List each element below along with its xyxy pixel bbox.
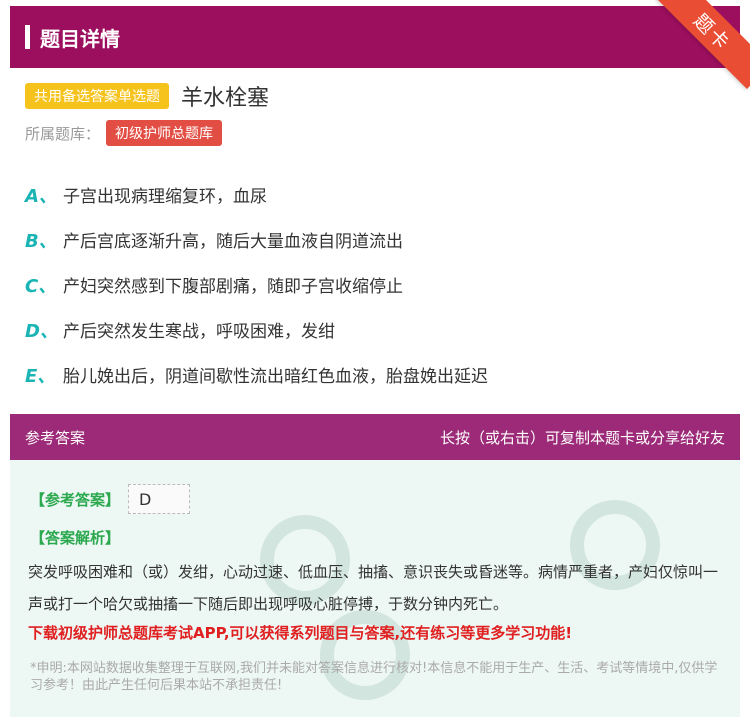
answer-row: 【参考答案】 D [30, 484, 191, 514]
option-text: 产妇突然感到下腹部剧痛，随即子宫收缩停止 [63, 277, 403, 297]
question-line: 共用备选答案单选题 羊水栓塞 [25, 80, 269, 112]
option-letter: B、 [25, 230, 57, 252]
options-list: A、 子宫出现病理缩复环，血尿 B、 产后宫底逐渐升高，随后大量血液自阴道流出 … [25, 172, 735, 397]
option-text: 产后宫底逐渐升高，随后大量血液自阴道流出 [63, 232, 403, 252]
option-b[interactable]: B、 产后宫底逐渐升高，随后大量血液自阴道流出 [25, 217, 735, 262]
option-a[interactable]: A、 子宫出现病理缩复环，血尿 [25, 172, 735, 217]
question-type-badge: 共用备选答案单选题 [25, 83, 169, 109]
share-hint: 长按（或右击）可复制本题卡或分享给好友 [439, 428, 725, 447]
answer-section-title: 参考答案 [25, 428, 86, 447]
header-accent-bar [25, 25, 30, 49]
disclaimer-text: *申明:本网站数据收集整理于互联网,我们并未能对答案信息进行核对!本信息不能用于… [30, 661, 718, 693]
option-letter: E、 [25, 365, 56, 387]
option-letter: C、 [25, 275, 57, 297]
answer-section-body: 【参考答案】 D 【答案解析】 突发呼吸困难和（或）发绀，心动过速、低血压、抽搐… [10, 460, 740, 717]
download-app-link[interactable]: 下载初级护师总题库考试APP,可以获得系列题目与答案,还有练习等更多学习功能! [28, 622, 572, 643]
corner-label: 题卡 [689, 9, 735, 55]
page-title: 题目详情 [40, 26, 120, 51]
option-text: 产后突然发生寒战，呼吸困难，发绀 [63, 322, 335, 342]
option-d[interactable]: D、 产后突然发生寒战，呼吸困难，发绀 [25, 307, 735, 352]
answer-section-header: 参考答案 长按（或右击）可复制本题卡或分享给好友 [10, 414, 740, 460]
option-letter: A、 [25, 185, 57, 207]
page-header: 题目详情 [10, 6, 740, 68]
option-c[interactable]: C、 产妇突然感到下腹部剧痛，随即子宫收缩停止 [25, 262, 735, 307]
analysis-text: 突发呼吸困难和（或）发绀，心动过速、低血压、抽搐、意识丧失或昏迷等。病情严重者，… [28, 563, 719, 613]
analysis-label: 【答案解析】 [30, 529, 121, 547]
option-letter: D、 [25, 320, 58, 342]
option-text: 胎儿娩出后，阴道间歇性流出暗红色血液，胎盘娩出延迟 [63, 367, 488, 387]
corner-ribbon[interactable]: 题卡 [655, 0, 750, 89]
bank-badge[interactable]: 初级护师总题库 [106, 120, 223, 146]
question-title: 羊水栓塞 [181, 86, 270, 111]
question-card-corner[interactable]: 题卡 [655, 0, 750, 95]
option-text: 子宫出现病理缩复环，血尿 [63, 187, 267, 207]
answer-value: D [128, 484, 191, 514]
question-bank-line: 所属题库： 初级护师总题库 [25, 120, 223, 146]
bank-label: 所属题库： [25, 124, 101, 143]
answer-key-label: 【参考答案】 [30, 490, 121, 509]
option-e[interactable]: E、 胎儿娩出后，阴道间歇性流出暗红色血液，胎盘娩出延迟 [25, 352, 735, 397]
